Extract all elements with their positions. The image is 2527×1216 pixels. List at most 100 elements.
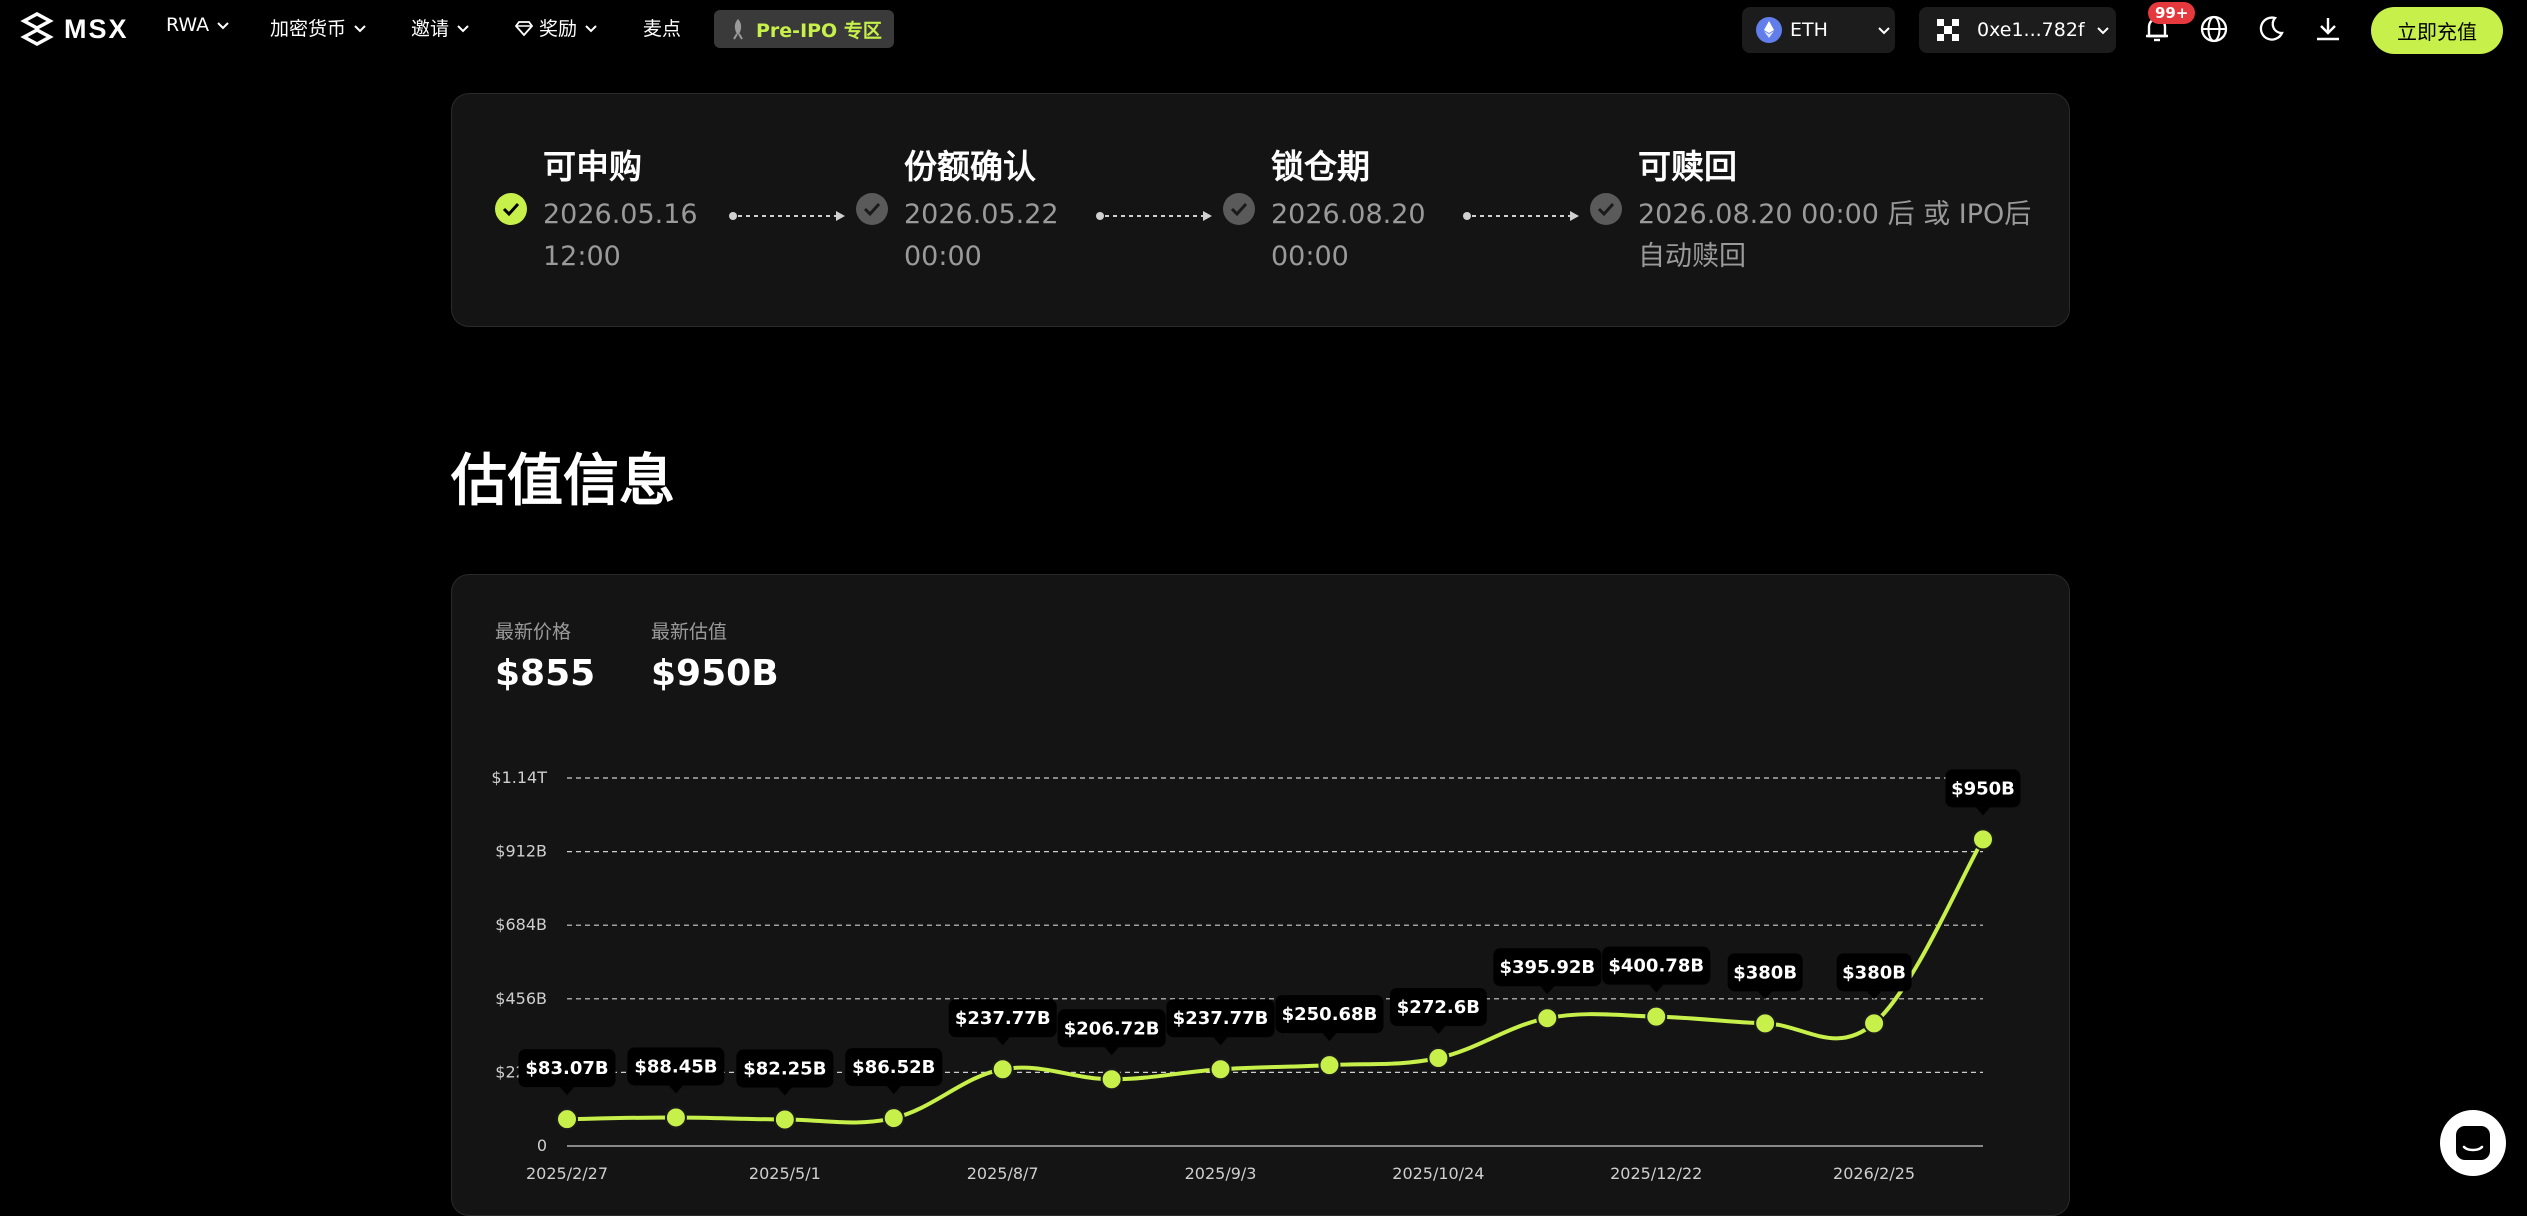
data-label: $88.45B <box>634 1056 717 1077</box>
data-point <box>1427 1047 1450 1070</box>
step-date-line1: 2026.05.16 <box>543 199 698 230</box>
data-label-pointer <box>1322 1033 1337 1042</box>
data-label-pointer <box>1431 1026 1446 1035</box>
x-tick-label: 2025/12/22 <box>1610 1164 1702 1183</box>
timeline-connector <box>729 211 845 221</box>
nav-rewards[interactable]: 奖励 <box>515 14 599 41</box>
section-title-valuation: 估值信息 <box>451 449 675 514</box>
step-title: 锁仓期 <box>1271 147 1370 186</box>
nav-crypto-label: 加密货币 <box>270 18 347 40</box>
rocket-icon <box>733 19 743 40</box>
data-point <box>1209 1058 1232 1081</box>
data-label: $395.92B <box>1499 957 1595 978</box>
step-date-line2: 自动赎回 <box>1638 241 1746 272</box>
x-tick-label: 2025/10/24 <box>1392 1164 1484 1183</box>
x-tick-label: 2026/2/25 <box>1833 1164 1915 1183</box>
data-label-pointer <box>1213 1037 1228 1046</box>
chevron-down-icon <box>217 22 229 30</box>
wallet-address: 0xe1...782f <box>1977 19 2085 41</box>
preipo-zone-button[interactable]: Pre-IPO 专区 <box>714 10 894 48</box>
data-point <box>1863 1012 1886 1035</box>
data-point <box>991 1058 1014 1081</box>
support-chat-button[interactable] <box>2440 1110 2506 1176</box>
data-label-pointer <box>777 1087 792 1096</box>
data-label: $237.77B <box>1173 1008 1269 1029</box>
theme-toggle-button[interactable] <box>2256 14 2286 44</box>
data-point <box>882 1107 905 1130</box>
step-date-line2: 12:00 <box>543 241 621 272</box>
timeline-connector <box>1096 211 1212 221</box>
valuation-card: 最新价格 $855 最新估值 $950B 0$228B$456B$684B$91… <box>451 574 2070 1216</box>
data-label-pointer <box>1104 1047 1119 1056</box>
check-done-icon <box>495 193 527 225</box>
data-label-pointer <box>995 1037 1010 1046</box>
logo[interactable]: MSX <box>20 12 129 46</box>
nav-crypto[interactable]: 加密货币 <box>270 14 368 41</box>
data-label: $400.78B <box>1608 956 1704 977</box>
network-selector[interactable]: ETH <box>1742 7 1895 53</box>
logo-text: MSX <box>64 13 129 44</box>
moon-icon <box>2259 16 2284 41</box>
data-point <box>1318 1054 1341 1077</box>
diamond-icon <box>515 20 533 36</box>
x-tick-label: 2025/8/7 <box>967 1164 1039 1183</box>
step-title: 可申购 <box>543 147 642 186</box>
nav-invite-label: 邀请 <box>411 18 450 40</box>
x-tick-label: 2025/5/1 <box>749 1164 821 1183</box>
download-icon <box>2317 18 2339 41</box>
notification-badge: 99+ <box>2148 2 2196 24</box>
check-pending-icon <box>1223 193 1255 225</box>
data-label-pointer <box>668 1085 683 1094</box>
data-point <box>664 1106 687 1129</box>
data-label: $272.6B <box>1397 997 1480 1018</box>
x-tick-label: 2025/2/27 <box>526 1164 608 1183</box>
data-label-pointer <box>1976 807 1990 816</box>
data-label: $250.68B <box>1282 1004 1378 1025</box>
nav-rwa-label: RWA <box>166 14 210 36</box>
data-label-pointer <box>1758 991 1773 1000</box>
data-label: $206.72B <box>1064 1018 1160 1039</box>
data-label-pointer <box>1649 984 1664 993</box>
data-label-pointer <box>886 1086 901 1095</box>
y-tick-label: $684B <box>495 915 547 934</box>
check-pending-icon <box>856 193 888 225</box>
nav-points-label: 麦点 <box>643 18 682 40</box>
data-label: $82.25B <box>743 1058 826 1079</box>
chevron-down-icon <box>585 24 597 32</box>
data-point <box>1972 828 1994 851</box>
step-date: 2026.05.22 00:00 <box>904 194 1059 278</box>
chevron-down-icon <box>457 24 469 32</box>
step-title: 可赎回 <box>1638 147 1737 186</box>
step-date: 2026.05.16 12:00 <box>543 194 698 278</box>
step-date-line2: 00:00 <box>904 241 982 272</box>
step-date: 2026.08.20 00:00 后 或 IPO后 自动赎回 <box>1638 194 2031 278</box>
y-tick-label: $1.14T <box>491 768 547 787</box>
language-button[interactable] <box>2199 14 2229 44</box>
download-button[interactable] <box>2313 14 2343 44</box>
subscription-timeline: 可申购 2026.05.16 12:00 份额确认 2026.05.22 00:… <box>451 93 2070 327</box>
data-label-pointer <box>1867 991 1882 1000</box>
step-date: 2026.08.20 00:00 <box>1271 194 1426 278</box>
data-label: $237.77B <box>955 1008 1051 1029</box>
wallet-selector[interactable]: 0xe1...782f <box>1919 7 2116 53</box>
globe-icon <box>2200 15 2228 43</box>
nav-rewards-label: 奖励 <box>539 18 578 40</box>
network-label: ETH <box>1790 19 1828 41</box>
nav-rwa[interactable]: RWA <box>166 14 231 36</box>
data-point <box>773 1108 796 1131</box>
nav-invite[interactable]: 邀请 <box>411 14 471 41</box>
nav-points[interactable]: 麦点 <box>643 14 681 41</box>
chevron-down-icon <box>2096 27 2109 35</box>
data-label: $86.52B <box>852 1057 935 1078</box>
msx-logo-icon <box>20 12 54 46</box>
chevron-down-icon <box>1878 27 1890 35</box>
data-point <box>1100 1068 1123 1091</box>
deposit-button[interactable]: 立即充值 <box>2371 7 2503 54</box>
step-date-line1: 2026.08.20 <box>1271 199 1426 230</box>
x-tick-label: 2025/9/3 <box>1185 1164 1257 1183</box>
data-label: $380B <box>1842 962 1906 983</box>
step-date-line1: 2026.08.20 00:00 后 或 IPO后 <box>1638 199 2032 230</box>
data-label-pointer <box>1540 986 1555 995</box>
data-label: $380B <box>1733 962 1797 983</box>
data-label: $950B <box>1951 778 2015 799</box>
